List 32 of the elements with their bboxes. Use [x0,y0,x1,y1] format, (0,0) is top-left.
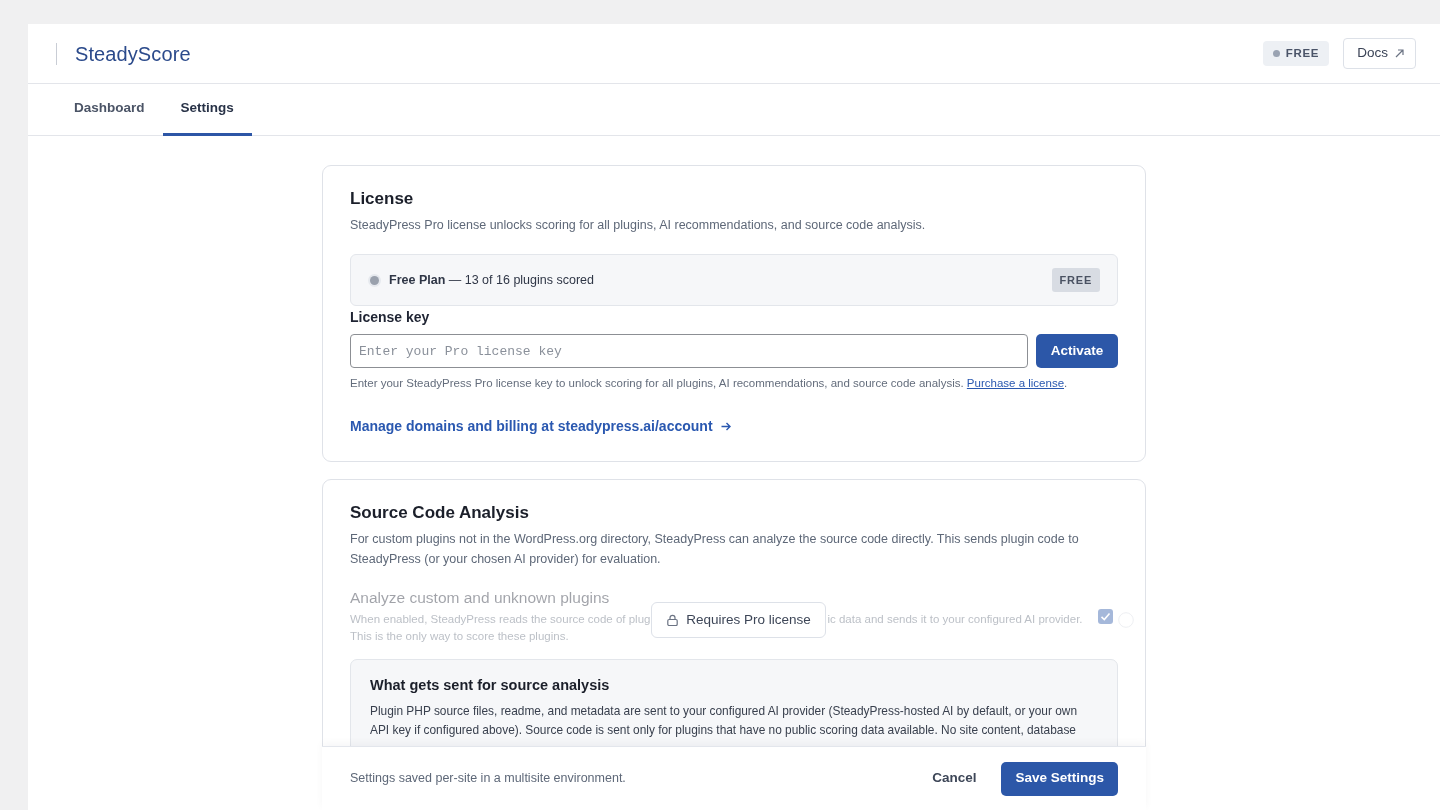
nav-tab[interactable]: Dashboard [56,84,163,136]
section-title: Source Code Analysis [350,503,530,523]
plan-label: FREE [1285,45,1320,61]
plan-badge: FREE [1051,268,1100,292]
section-title: License [350,189,415,209]
section-description: SteadyPress Pro license unlocks scoring for all plugins, AI recommendations, and source code analysis. [350,217,927,234]
account-link[interactable]: Manage domains and billing at steadypress.ai/account [350,416,731,436]
setting-description: When enabled, SteadyPress reads the source code of plug [350,612,651,627]
info-box-title: What gets sent for source analysis [370,676,611,694]
arrow-right-icon [720,421,731,431]
lock-icon [667,613,679,626]
footer-note: Settings saved per-site in a multisite environment. [350,770,626,788]
tooltip-text: Requires Pro license [686,611,811,628]
field-label: License key [350,308,431,327]
purchase-license-link[interactable]: Purchase a license [966,377,1065,389]
docs-button[interactable]: Docs [1343,38,1416,69]
activate-button[interactable]: Activate [1036,334,1118,368]
info-box-text: Plugin PHP source files, readme, and metadata are sent to your configured AI provider (SteadyPress-hosted AI by default, or your own API key if configured above). Source code is sent only for plugins that have no public scoring data available. No site content, database [370,703,1078,739]
status-dot-icon [1272,50,1280,57]
license-key-help-text: Enter your SteadyPress Pro license key to unlock scoring for all plugins, AI recommendations, and source code analysis. Purchase a license. [350,376,1069,391]
plan-status-text: Free Plan — 13 of 16 plugins scored [389,271,594,289]
setting-description: This is the only way to score these plugins. [350,630,569,642]
setting-label: Analyze custom and unknown plugins [350,588,611,608]
section-description: For custom plugins not in the WordPress.org directory, SteadyPress can analyze the source code directly. This sends plugin code to SteadyPress (or your chosen AI provider) for evaluation. [350,531,1080,568]
status-dot-icon [368,273,381,287]
app-title: SteadyScore [75,41,191,66]
save-settings-button[interactable]: Save Settings [1001,761,1118,796]
setting-description: ic data and sends it to your configured AI provider. [827,612,1083,627]
license-key-field[interactable]: Enter your Pro license key [350,334,1028,368]
arrow-up-right-icon [1395,49,1404,58]
nav-tab[interactable]: Settings [162,84,252,136]
cancel-button[interactable]: Cancel [920,760,989,797]
